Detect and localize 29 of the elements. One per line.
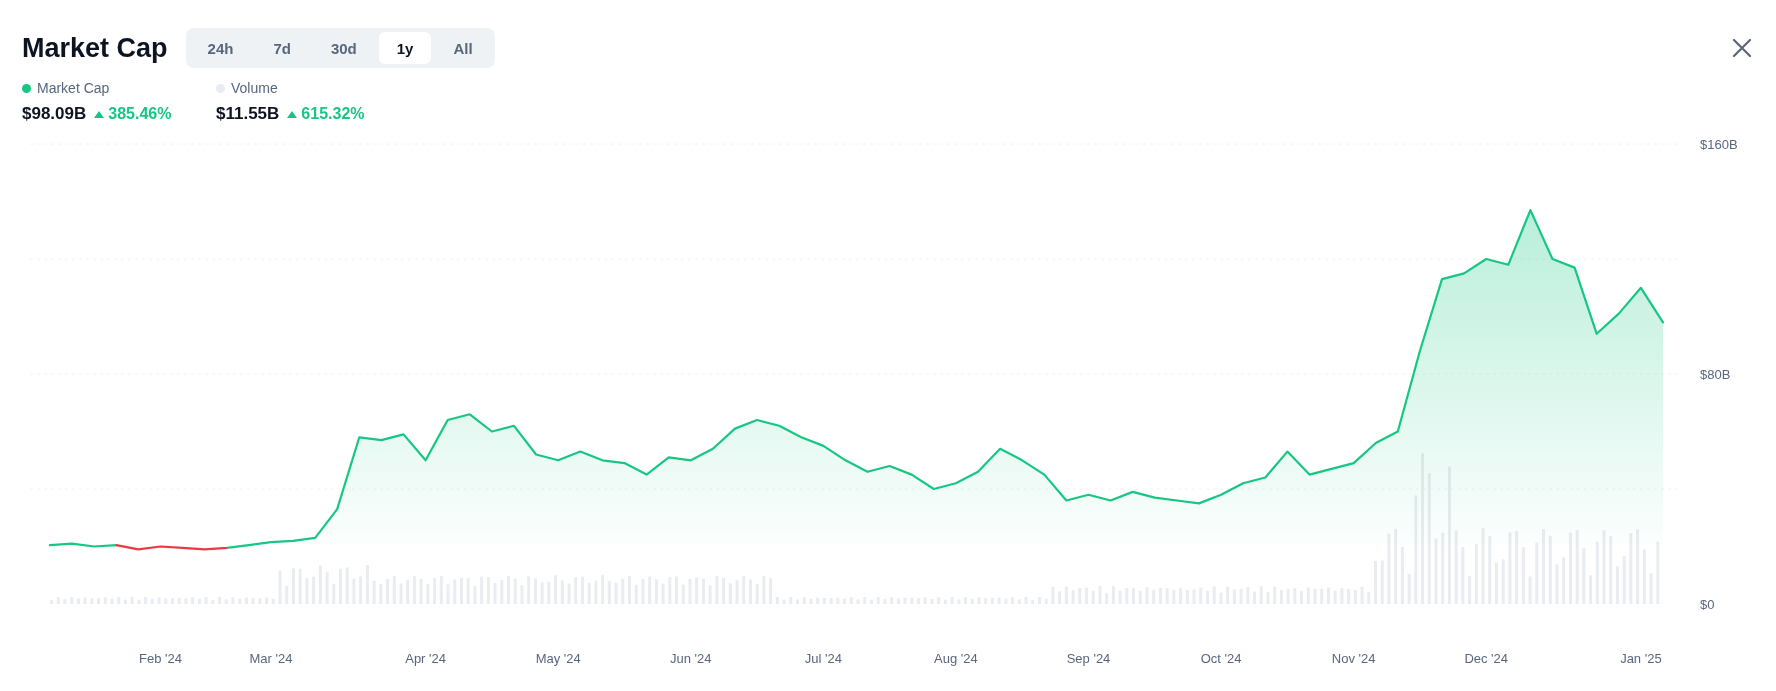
- range-tab[interactable]: 1y: [378, 32, 432, 64]
- y-axis-label: $160B: [1700, 137, 1738, 152]
- range-tab[interactable]: 24h: [189, 32, 252, 64]
- close-icon: [1730, 36, 1754, 60]
- x-axis-label: Oct '24: [1200, 651, 1242, 666]
- x-axis-label: May '24: [535, 651, 581, 666]
- x-axis-label: Apr '24: [405, 651, 447, 666]
- legend-value: $98.09B: [22, 104, 87, 124]
- x-axis-label: Dec '24: [1464, 651, 1509, 666]
- change-percent: 615.32%: [301, 105, 365, 123]
- change-percent: 385.46%: [108, 105, 172, 123]
- x-axis-label: Jul '24: [804, 651, 842, 666]
- range-tab[interactable]: 7d: [255, 32, 309, 64]
- y-axis-label: $80B: [1700, 367, 1731, 382]
- x-axis-label: Mar '24: [249, 651, 293, 666]
- x-axis-label: Feb '24: [139, 651, 182, 666]
- range-tab[interactable]: 30d: [312, 32, 375, 64]
- close-button[interactable]: [1730, 36, 1754, 60]
- x-axis-label: Jan '25: [1620, 651, 1662, 666]
- x-axis-label: Sep '24: [1066, 651, 1111, 666]
- y-axis-label: $0: [1700, 597, 1715, 612]
- x-axis-label: Nov '24: [1331, 651, 1376, 666]
- legend-value: $11.55B: [216, 104, 280, 124]
- chart-title: Market Cap: [22, 32, 168, 64]
- x-axis-label: Aug '24: [934, 651, 978, 666]
- legend-label: Volume: [231, 80, 278, 96]
- range-tab[interactable]: All: [435, 32, 491, 64]
- x-axis-label: Jun '24: [670, 651, 712, 666]
- legend-label: Market Cap: [37, 80, 110, 96]
